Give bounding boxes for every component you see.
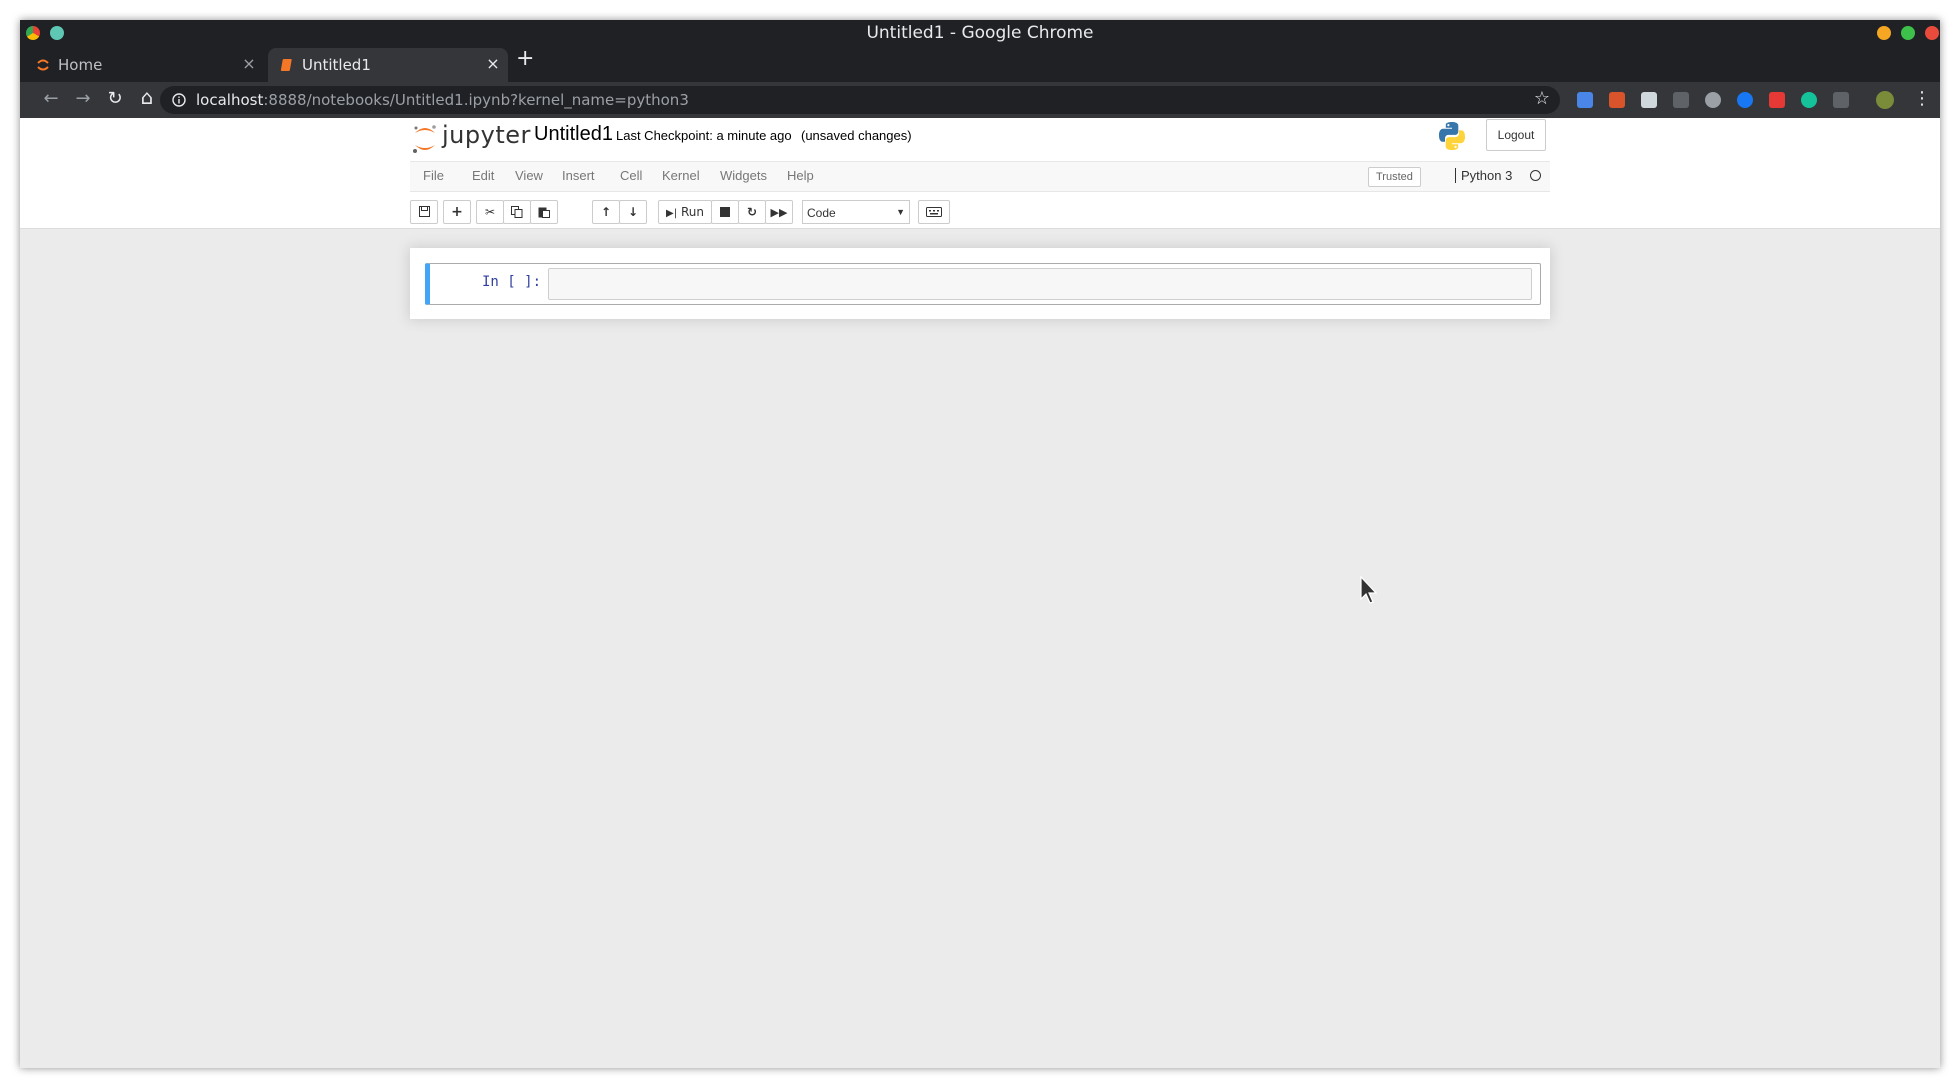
menu-cell[interactable]: Cell (620, 168, 642, 183)
arrow-up-icon: ↑ (600, 205, 612, 219)
kernel-name[interactable]: Python 3 (1455, 168, 1512, 183)
save-button[interactable] (410, 200, 438, 224)
home-button[interactable]: ⌂ (136, 85, 158, 109)
menu-kernel[interactable]: Kernel (662, 168, 700, 183)
browser-toolbar: ← → ↻ ⌂ localhost:8888/notebooks/Untitle… (20, 82, 1940, 118)
trusted-indicator[interactable]: Trusted (1368, 167, 1421, 187)
copy-icon (511, 206, 523, 218)
info-icon (172, 93, 186, 107)
scissors-icon: ✂ (484, 205, 496, 219)
browser-window: Untitled1 - Google Chrome Home × Untitle… (20, 20, 1940, 1068)
jupyter-logo-icon (413, 125, 436, 153)
paste-icon (538, 207, 550, 218)
notebook-favicon-icon (280, 59, 292, 71)
python-logo-icon (1439, 122, 1465, 150)
facebook-extension-icon[interactable] (1737, 92, 1753, 108)
back-button[interactable]: ← (40, 88, 62, 109)
tab-label: Home (58, 56, 103, 74)
jupyter-wordmark: jupyter (442, 121, 531, 149)
wr-extension-icon[interactable] (1673, 92, 1689, 108)
notebook-container: In [ ]: (410, 248, 1550, 319)
save-icon (418, 206, 430, 217)
url-host: localhost (196, 91, 264, 109)
checkpoint-status: Last Checkpoint: a minute ago (616, 128, 792, 143)
arrow-down-icon: ↓ (627, 205, 639, 219)
translate-extension-icon[interactable] (1577, 92, 1593, 108)
bookmark-star-icon[interactable]: ☆ (1534, 88, 1550, 109)
restart-icon: ↻ (746, 205, 758, 219)
logout-button[interactable]: Logout (1486, 119, 1546, 151)
maximize-button[interactable] (1901, 26, 1915, 40)
notebook-name[interactable]: Untitled1 (534, 123, 613, 146)
title-bar: Untitled1 - Google Chrome (20, 20, 1940, 46)
window-title: Untitled1 - Google Chrome (866, 23, 1094, 43)
close-tab-icon[interactable]: × (240, 54, 258, 73)
jupyter-header: jupyter Untitled1 Last Checkpoint: a min… (20, 118, 1940, 229)
tab-strip: Home × Untitled1 × + (20, 46, 1940, 82)
notebook-menubar: File Edit View Insert Cell Kernel Widget… (410, 161, 1550, 192)
autosave-status: (unsaved changes) (801, 128, 912, 143)
stop-icon (720, 207, 730, 217)
run-button[interactable]: ▶| Run (658, 200, 712, 224)
command-palette-button[interactable] (918, 200, 950, 224)
paste-button[interactable] (530, 200, 558, 224)
url-text: localhost:8888/notebooks/Untitled1.ipynb… (196, 91, 689, 109)
tab-label: Untitled1 (302, 56, 371, 74)
close-window-button[interactable] (1925, 26, 1939, 40)
interrupt-button[interactable] (711, 200, 739, 224)
menu-help[interactable]: Help (787, 168, 814, 183)
minimize-button[interactable] (1877, 26, 1891, 40)
cut-button[interactable]: ✂ (476, 200, 504, 224)
code-input[interactable] (548, 268, 1532, 300)
input-prompt: In [ ]: (482, 274, 542, 290)
keyboard-icon (926, 207, 942, 217)
new-tab-button[interactable]: + (516, 46, 534, 71)
menu-edit[interactable]: Edit (472, 168, 494, 183)
url-path: :8888/notebooks/Untitled1.ipynb?kernel_n… (263, 91, 689, 109)
puzzle-extension-icon[interactable] (1833, 92, 1849, 108)
tab-untitled1[interactable]: Untitled1 × (268, 48, 508, 82)
run-label: Run (680, 205, 704, 219)
cell-type-value: Code (807, 206, 836, 220)
menu-widgets[interactable]: Widgets (720, 168, 767, 183)
plus-icon: + (451, 204, 463, 220)
jupyter-favicon-icon (37, 59, 49, 71)
tab-home[interactable]: Home × (24, 48, 264, 82)
kernel-idle-indicator-icon (1530, 170, 1541, 181)
bulb-extension-icon[interactable] (1705, 92, 1721, 108)
code-cell[interactable]: In [ ]: (425, 263, 1541, 305)
step-forward-icon: ▶| (666, 208, 678, 219)
close-tab-icon[interactable]: × (484, 54, 502, 73)
grammarly-extension-icon[interactable] (1801, 92, 1817, 108)
menu-file[interactable]: File (423, 168, 444, 183)
profile-avatar[interactable] (1876, 91, 1894, 109)
copy-button[interactable] (503, 200, 531, 224)
fast-forward-icon: ▶▶ (770, 206, 788, 219)
menu-view[interactable]: View (515, 168, 543, 183)
download-extension-icon[interactable] (1641, 92, 1657, 108)
reload-button[interactable]: ↻ (104, 88, 126, 109)
insert-cell-button[interactable]: + (443, 200, 471, 224)
menu-insert[interactable]: Insert (562, 168, 595, 183)
forward-button[interactable]: → (72, 88, 94, 109)
move-up-button[interactable]: ↑ (592, 200, 620, 224)
address-bar[interactable]: localhost:8888/notebooks/Untitled1.ipynb… (160, 86, 1560, 114)
pdf-extension-icon[interactable] (1769, 92, 1785, 108)
office-extension-icon[interactable] (1609, 92, 1625, 108)
restart-run-all-button[interactable]: ▶▶ (765, 200, 793, 224)
browser-menu-icon[interactable]: ⋮ (1913, 88, 1931, 109)
caret-down-icon: ▼ (896, 207, 905, 217)
mouse-cursor-icon (1360, 576, 1378, 604)
restart-button[interactable]: ↻ (738, 200, 766, 224)
cell-type-select[interactable]: Code ▼ (802, 200, 910, 224)
move-down-button[interactable]: ↓ (619, 200, 647, 224)
